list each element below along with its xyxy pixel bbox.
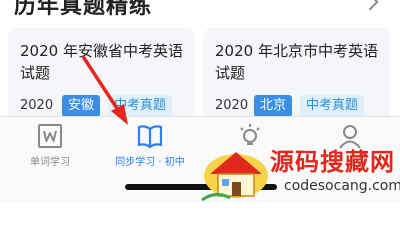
tab-word-study[interactable]: 单词学习: [0, 117, 100, 187]
section-header: 历年真题精练: [0, 0, 400, 24]
watermark-text: 源码搜藏网: [270, 148, 395, 176]
tab-label: 单词学习: [30, 157, 70, 168]
card-year: 2020: [215, 98, 249, 113]
card-title: 2020 年安徽省中考英语试题: [20, 42, 183, 82]
exam-card[interactable]: 2020 年安徽省中考英语试题 2020 安徽 中考真题: [8, 28, 195, 128]
open-book-icon: [137, 125, 163, 149]
watermark: 源码搜藏网 codesocang.com: [196, 142, 400, 202]
w-book-icon: [38, 124, 62, 148]
watermark-url: codesocang.com: [284, 178, 400, 194]
section-title: 历年真题精练: [14, 0, 153, 19]
region-tag: 北京: [254, 95, 293, 117]
tab-sync-study[interactable]: 同步学习 · 初中: [100, 117, 200, 187]
region-tag: 安徽: [62, 95, 101, 117]
chevron-right-icon[interactable]: [361, 0, 379, 11]
card-title: 2020 年北京市中考英语试题: [215, 42, 378, 82]
type-tag: 中考真题: [300, 95, 365, 117]
type-tag: 中考真题: [108, 95, 173, 117]
house-logo-icon: [201, 152, 268, 202]
card-year: 2020: [20, 98, 54, 113]
tab-label: 同步学习 · 初中: [115, 157, 185, 168]
exam-card[interactable]: 2020 年北京市中考英语试题 2020 北京 中考真题: [203, 28, 390, 128]
